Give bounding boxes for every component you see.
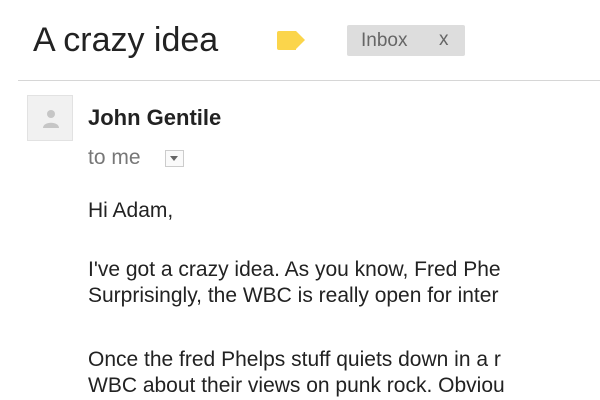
sender-name[interactable]: John Gentile (88, 105, 221, 131)
subject-row: A crazy idea Inbox x (0, 0, 600, 80)
person-icon (43, 110, 59, 128)
chevron-down-icon[interactable] (165, 150, 184, 167)
header-divider (18, 80, 600, 81)
body-paragraph-line: I've got a crazy idea. As you know, Fred… (88, 258, 501, 281)
email-subject: A crazy idea (33, 21, 219, 59)
sender-avatar[interactable] (27, 95, 73, 141)
inbox-label-chip: Inbox x (347, 25, 465, 56)
remove-label-button[interactable]: x (439, 29, 449, 50)
body-paragraph-line: Once the fred Phelps stuff quiets down i… (88, 348, 501, 371)
recipients-text: to me (88, 146, 141, 169)
body-paragraph-line: WBC about their views on punk rock. Obvi… (88, 374, 505, 397)
inbox-label-text: Inbox (361, 30, 408, 51)
email-view: A crazy idea Inbox x John Gentile to me … (0, 0, 600, 400)
body-greeting: Hi Adam, (88, 199, 174, 222)
label-tag-icon[interactable] (277, 31, 305, 50)
body-paragraph-line: Surprisingly, the WBC is really open for… (88, 284, 499, 307)
